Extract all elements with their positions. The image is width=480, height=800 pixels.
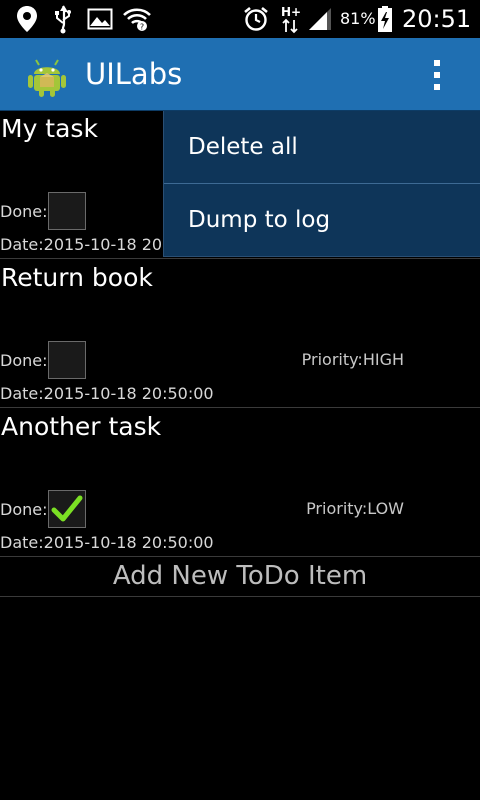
wifi-icon: ? bbox=[122, 4, 152, 34]
priority-label: Priority:HIGH bbox=[301, 350, 404, 369]
status-bar: ? H+ 81% 20:51 bbox=[0, 0, 480, 38]
svg-text:?: ? bbox=[140, 23, 144, 32]
action-bar: UILabs bbox=[0, 38, 480, 111]
add-todo-button[interactable]: Add New ToDo Item bbox=[0, 554, 480, 597]
done-label: Done: bbox=[0, 202, 48, 221]
android-icon bbox=[24, 52, 70, 98]
todo-title: My task bbox=[1, 114, 98, 143]
overflow-menu: Delete all Dump to log bbox=[163, 111, 480, 257]
network-hplus-icon: H+ bbox=[280, 4, 302, 34]
done-checkbox[interactable] bbox=[48, 490, 86, 528]
done-checkbox[interactable] bbox=[48, 192, 86, 230]
date-label: Date:2015-10-18 20:4 bbox=[0, 235, 178, 254]
image-icon bbox=[86, 4, 114, 34]
svg-text:H+: H+ bbox=[281, 5, 301, 19]
date-label: Date:2015-10-18 20:50:00 bbox=[0, 384, 214, 403]
clock: 20:51 bbox=[402, 5, 472, 33]
list-item[interactable]: Return book Done: Priority:HIGH Date:201… bbox=[0, 259, 480, 408]
usb-icon bbox=[50, 4, 76, 34]
checkmark-icon bbox=[51, 495, 83, 522]
done-label: Done: bbox=[0, 500, 48, 519]
location-icon bbox=[14, 4, 40, 34]
screen: ? H+ 81% 20:51 UILabs My task Done: Date… bbox=[0, 0, 480, 800]
priority-label: Priority:LOW bbox=[306, 499, 404, 518]
todo-title: Another task bbox=[1, 412, 162, 441]
date-label: Date:2015-10-18 20:50:00 bbox=[0, 533, 214, 552]
signal-icon bbox=[306, 4, 334, 34]
battery-percent: 81% bbox=[340, 9, 376, 28]
app-title: UILabs bbox=[85, 57, 183, 91]
battery-charging-icon bbox=[376, 4, 394, 34]
todo-title: Return book bbox=[1, 263, 153, 292]
alarm-icon bbox=[242, 4, 270, 34]
list-item[interactable]: Another task Done: Priority:LOW Date:201… bbox=[0, 408, 480, 557]
done-label: Done: bbox=[0, 351, 48, 370]
menu-item-dump-to-log[interactable]: Dump to log bbox=[164, 184, 480, 256]
more-vert-icon[interactable] bbox=[420, 54, 456, 94]
done-checkbox[interactable] bbox=[48, 341, 86, 379]
menu-item-delete-all[interactable]: Delete all bbox=[164, 111, 480, 183]
